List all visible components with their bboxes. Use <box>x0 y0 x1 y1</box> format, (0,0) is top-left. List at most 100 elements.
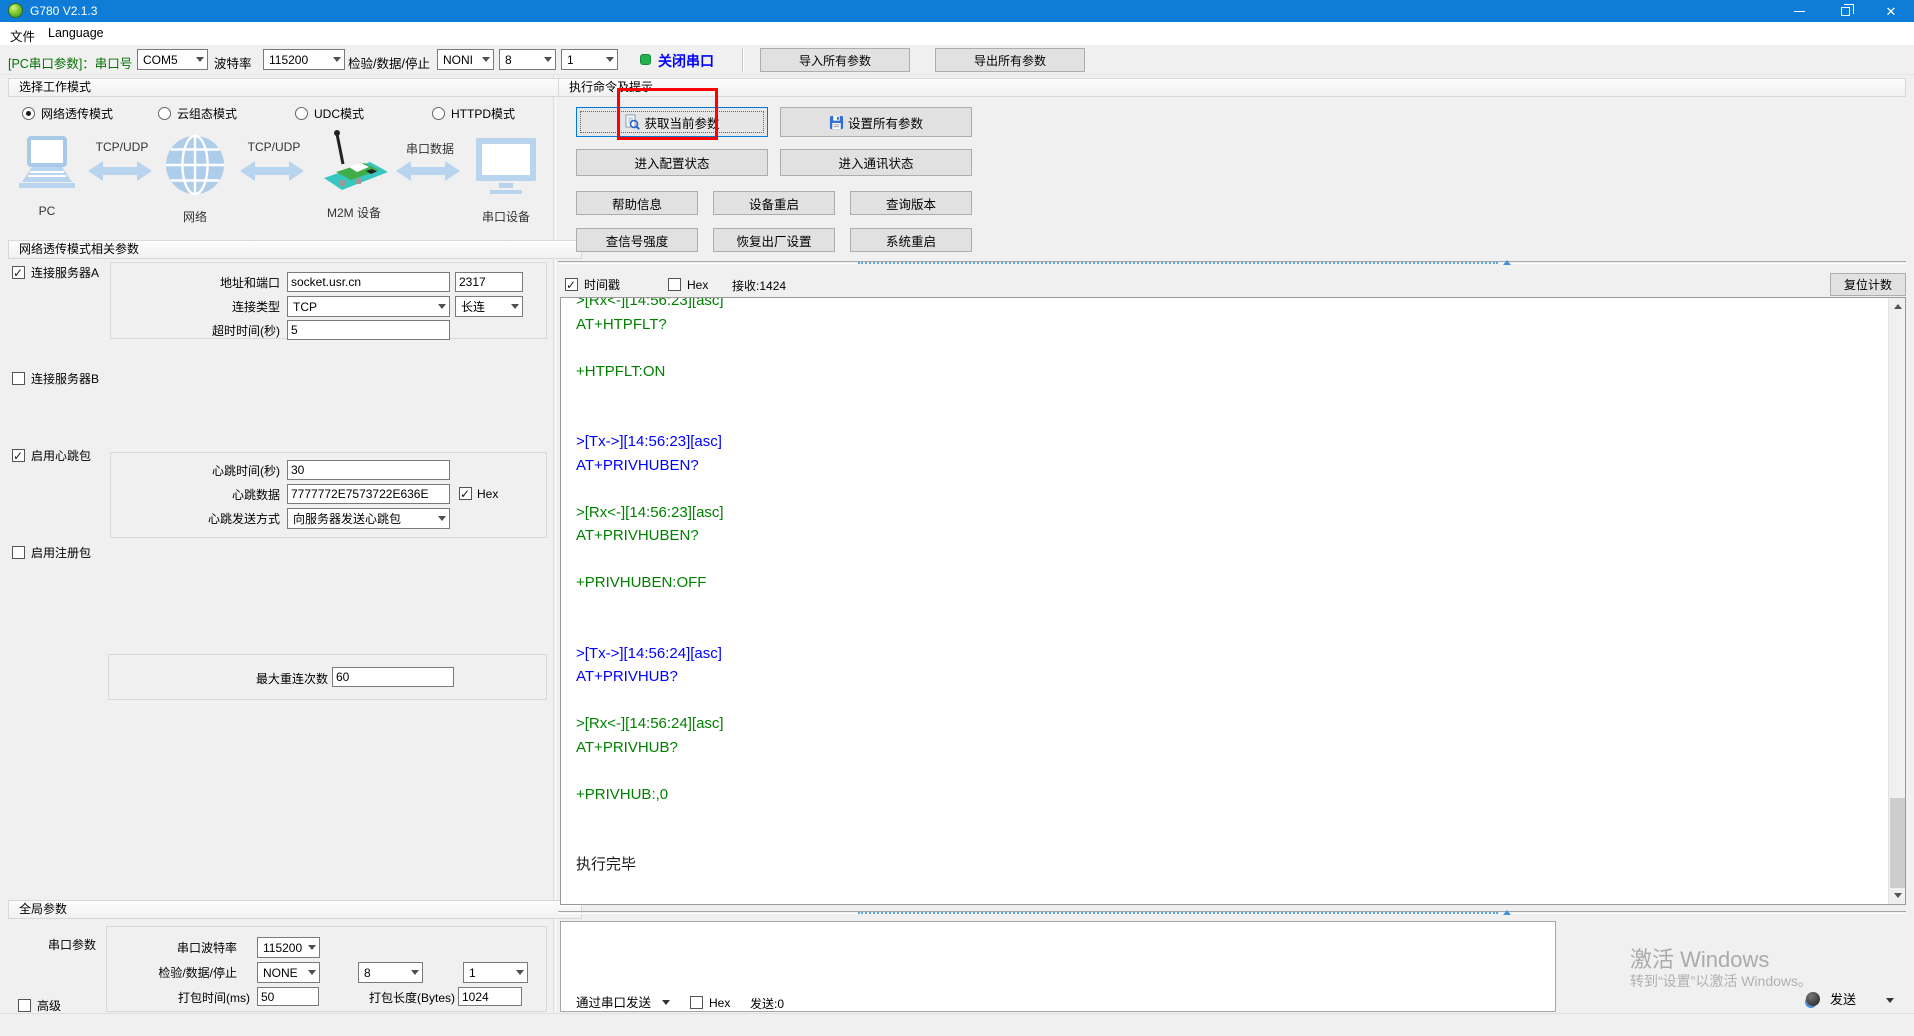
heartbeat-hex-label: Hex <box>477 487 499 501</box>
packtime-label: 打包时间(ms) <box>178 991 250 1005</box>
conn-type-label: 连接类型 <box>231 300 280 314</box>
log-line: AT+PRIVHUBEN? <box>576 456 699 474</box>
window-title: G780 V2.1.3 <box>30 4 98 18</box>
system-reboot-button[interactable]: 系统重启 <box>850 228 972 252</box>
chevron-down-icon <box>333 57 341 62</box>
advanced-label: 高级 <box>37 999 62 1013</box>
server-a-checkbox[interactable] <box>12 266 25 280</box>
restore-button[interactable] <box>1822 0 1868 22</box>
reconnect-label: 最大重连次数 <box>255 672 328 686</box>
packlen-input[interactable] <box>458 987 522 1006</box>
timeout-input[interactable] <box>287 320 450 340</box>
activate-windows-watermark: 激活 Windows <box>1630 947 1770 972</box>
splitter-collapse-icon[interactable] <box>1503 910 1511 915</box>
radio-net-transparent-mode[interactable] <box>22 107 35 120</box>
log-line: AT+HTPFLT? <box>576 315 667 333</box>
factory-reset-button[interactable]: 恢复出厂设置 <box>713 228 835 252</box>
regpkg-checkbox[interactable] <box>12 546 25 559</box>
keepalive-select[interactable]: 长连 <box>455 296 523 317</box>
chevron-down-icon <box>544 57 552 62</box>
heartbeat-mode-select[interactable]: 向服务器发送心跳包 <box>287 508 450 529</box>
diagram-m2m-label: M2M 设备 <box>326 206 381 220</box>
import-all-params-button[interactable]: 导入所有参数 <box>760 48 910 72</box>
advanced-checkbox[interactable] <box>18 999 31 1012</box>
log-scrollbar[interactable] <box>1888 298 1905 904</box>
pc-serial-params-label: [PC串口参数]：串口号 <box>8 57 133 71</box>
scroll-down-icon[interactable] <box>1889 887 1905 904</box>
log-line: 执行完毕 <box>576 856 637 873</box>
help-info-button[interactable]: 帮助信息 <box>576 191 698 215</box>
pc-icon <box>19 136 75 188</box>
diagram-pc-label: PC <box>38 204 56 218</box>
send-button[interactable]: 发送 <box>1830 993 1856 1007</box>
close-port-button[interactable]: 关闭串口 <box>658 51 714 71</box>
m2m-device-icon <box>324 130 388 190</box>
packtime-input[interactable] <box>257 987 319 1006</box>
databits-select[interactable]: 8 <box>499 49 556 70</box>
netparams-header: 网络透传模式相关参数 <box>8 240 582 259</box>
heartbeat-checkbox[interactable] <box>12 449 25 463</box>
radio-cloud-mode[interactable] <box>158 107 171 120</box>
panel-divider[interactable] <box>553 75 556 1012</box>
timestamp-checkbox[interactable] <box>565 278 578 292</box>
heartbeat-data-label: 心跳数据 <box>231 488 280 502</box>
chevron-down-icon <box>308 970 316 975</box>
horizontal-splitter[interactable] <box>558 259 1906 267</box>
log-hex-checkbox[interactable] <box>668 278 681 291</box>
conn-type-select[interactable]: TCP <box>287 296 450 317</box>
scrollbar-thumb[interactable] <box>1890 798 1905 888</box>
log-line: >[Tx->][14:56:24][asc] <box>576 644 722 662</box>
splitter-collapse-icon[interactable] <box>1503 260 1511 265</box>
chevron-down-icon <box>516 970 524 975</box>
horizontal-splitter[interactable] <box>558 909 1906 917</box>
reconnect-input[interactable] <box>332 667 454 687</box>
radio-udc-mode[interactable] <box>295 107 308 120</box>
query-version-button[interactable]: 查询版本 <box>850 191 972 215</box>
chevron-down-icon <box>411 970 419 975</box>
radio-udc-label: UDC模式 <box>314 107 364 121</box>
device-reboot-button[interactable]: 设备重启 <box>713 191 835 215</box>
baud-select[interactable]: 115200 <box>263 49 345 70</box>
chevron-down-icon <box>1886 998 1894 1003</box>
enter-config-state-button[interactable]: 进入配置状态 <box>576 149 768 176</box>
app-window: G780 V2.1.3 ✕ 文件 Language [PC串口参数]：串口号 C… <box>0 0 1914 1036</box>
diagram-serial-label: 串口设备 <box>481 210 530 224</box>
log-line: AT+PRIVHUB? <box>576 668 678 685</box>
com-port-select[interactable]: COM5 <box>137 49 208 70</box>
recv-count-label: 接收:1424 <box>732 279 787 293</box>
close-icon: ✕ <box>1885 3 1897 19</box>
server-a-port-input[interactable] <box>455 272 523 292</box>
heartbeat-hex-checkbox[interactable] <box>459 487 472 501</box>
reset-counter-button[interactable]: 复位计数 <box>1830 273 1906 296</box>
global-baud-select[interactable]: 115200 <box>257 937 320 958</box>
set-all-params-button[interactable]: 设置所有参数 <box>780 107 972 137</box>
menu-language[interactable]: Language <box>48 26 104 40</box>
export-all-params-button[interactable]: 导出所有参数 <box>935 48 1085 72</box>
app-icon <box>8 3 23 18</box>
server-a-address-input[interactable] <box>287 272 450 292</box>
chevron-down-icon <box>438 304 446 309</box>
scroll-up-icon[interactable] <box>1889 298 1905 315</box>
global-stopbits-select[interactable]: 1 <box>463 962 528 983</box>
query-signal-button[interactable]: 查信号强度 <box>576 228 698 252</box>
stopbits-select[interactable]: 1 <box>561 49 618 70</box>
serial-params-label: 串口参数 <box>48 938 97 952</box>
heartbeat-data-input[interactable] <box>287 484 450 504</box>
log-output[interactable]: >[Rx<-][14:56:23][asc] AT+HTPFLT? +HTPFL… <box>560 297 1906 905</box>
enter-comm-state-button[interactable]: 进入通讯状态 <box>780 149 972 176</box>
send-hex-checkbox[interactable] <box>690 996 703 1009</box>
global-databits-select[interactable]: 8 <box>358 962 423 983</box>
server-b-checkbox[interactable] <box>12 372 25 385</box>
log-content: >[Rx<-][14:56:23][asc] AT+HTPFLT? +HTPFL… <box>561 298 1905 877</box>
global-parity-select[interactable]: NONE <box>257 962 320 983</box>
close-button[interactable]: ✕ <box>1868 0 1914 22</box>
radio-httpd-mode[interactable] <box>432 107 445 120</box>
parity-select[interactable]: NONI <box>437 49 494 70</box>
menu-file[interactable]: 文件 <box>10 26 35 45</box>
send-via-serial-dropdown[interactable]: 通过串口发送 <box>576 996 651 1010</box>
minimize-button[interactable] <box>1776 0 1822 22</box>
addr-port-label: 地址和端口 <box>219 276 280 290</box>
heartbeat-time-input[interactable] <box>287 460 450 480</box>
